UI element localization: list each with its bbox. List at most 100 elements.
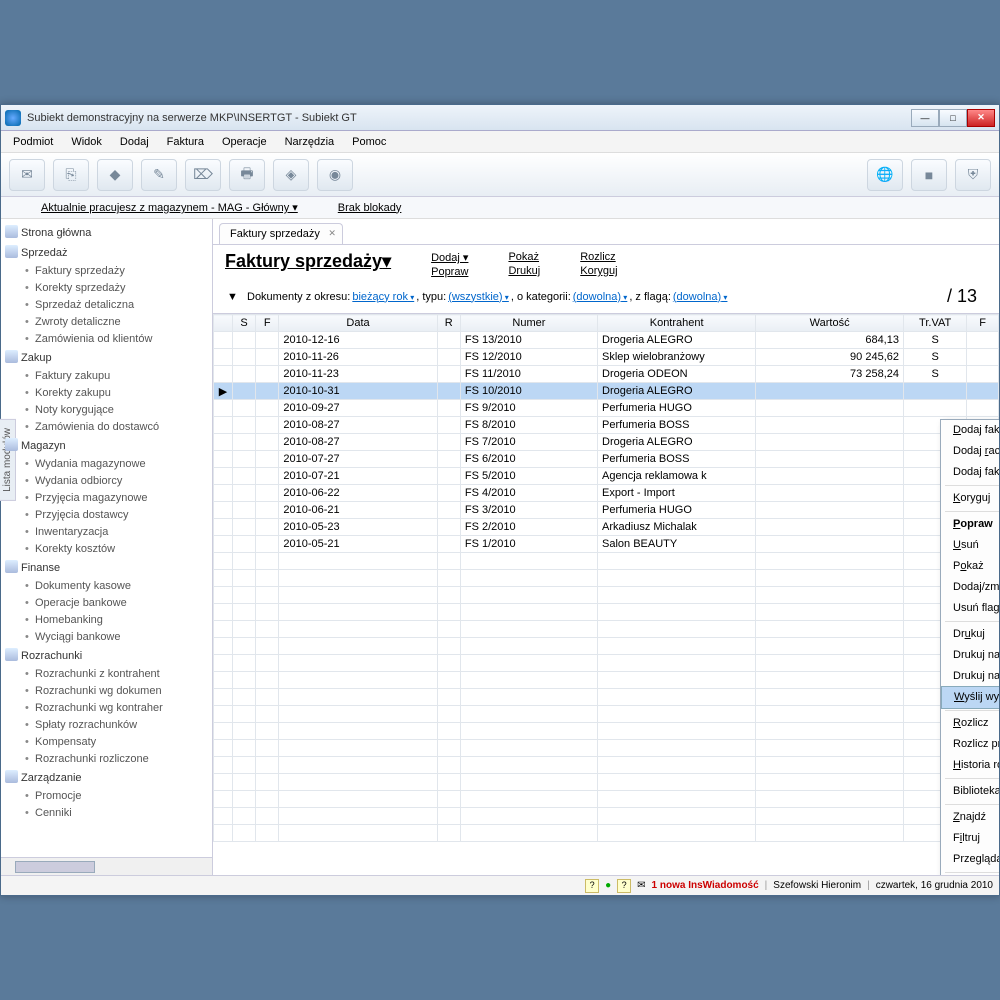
menu-pomoc[interactable]: Pomoc (344, 133, 394, 151)
tree-cat[interactable]: Finanse (3, 558, 210, 578)
tree-item[interactable]: Zamówienia do dostawcó (3, 419, 210, 436)
ctx-item[interactable]: Drukuj naklejki z towarami (941, 645, 999, 666)
tree-item[interactable]: Rozrachunki z kontrahent (3, 666, 210, 683)
action-link[interactable]: Dodaj ▾ (431, 251, 468, 264)
sidebar-scrollbar[interactable] (1, 857, 212, 875)
ctx-item[interactable]: Wyślij wydruk pocztą elektroniczną (941, 686, 999, 709)
ctx-item[interactable]: Dodaj rachunek sprzedaży (941, 441, 999, 462)
tree-cat[interactable]: Rozrachunki (3, 646, 210, 666)
tree-item[interactable]: Wyciągi bankowe (3, 629, 210, 646)
column-header[interactable]: Wartość (756, 315, 904, 332)
tab-faktury[interactable]: Faktury sprzedaży ✕ (219, 223, 343, 244)
table-row[interactable]: 2010-05-21FS 1/2010Salon BEAUTY (214, 536, 999, 553)
toolbar-btn-3[interactable]: ◆ (97, 159, 133, 191)
ctx-item[interactable]: Usuń flagęShift+F2 (941, 598, 999, 619)
ctx-item[interactable]: FiltrujF8 (941, 828, 999, 849)
toolbar-globe-icon[interactable]: 🌐 (867, 159, 903, 191)
column-header[interactable]: F (967, 315, 999, 332)
filter-flag[interactable]: (dowolna) (673, 291, 728, 303)
toolbar-btn-5[interactable]: ⌦ (185, 159, 221, 191)
tree-cat[interactable]: Sprzedaż (3, 243, 210, 263)
tree-item[interactable]: Zwroty detaliczne (3, 314, 210, 331)
maximize-button[interactable]: □ (939, 109, 967, 127)
column-header[interactable]: Data (279, 315, 437, 332)
table-row[interactable]: 2010-08-27FS 7/2010Drogeria ALEGRO (214, 434, 999, 451)
action-link[interactable]: Drukuj (508, 265, 540, 277)
ctx-item[interactable]: Dodaj/zmień flagęF2 (941, 577, 999, 598)
tree-item[interactable]: Rozrachunki wg kontraher (3, 700, 210, 717)
column-header[interactable]: F (256, 315, 279, 332)
ctx-item[interactable]: Rozlicz (941, 713, 999, 734)
tree-item[interactable]: Sprzedaż detaliczna (3, 297, 210, 314)
filter-type[interactable]: (wszystkie) (448, 291, 509, 303)
tree-item[interactable]: Korekty zakupu (3, 385, 210, 402)
filter-category[interactable]: (dowolna) (573, 291, 628, 303)
tree-item[interactable]: Kompensaty (3, 734, 210, 751)
menu-dodaj[interactable]: Dodaj (112, 133, 157, 151)
tree-item[interactable]: Operacje bankowe (3, 595, 210, 612)
ctx-item[interactable]: Drukuj naklejki z kontrahentami (941, 666, 999, 687)
ctx-item[interactable]: Biblioteka dokumentów (941, 781, 999, 802)
ctx-item[interactable]: Dodaj fakturę sprzedażyInsert (941, 420, 999, 441)
ctx-item[interactable]: UsuńDelete (941, 535, 999, 556)
data-grid[interactable]: SFDataRNumerKontrahentWartośćTr.VATF 201… (213, 313, 999, 875)
table-row[interactable]: 2010-12-16FS 13/2010Drogeria ALEGRO684,1… (214, 332, 999, 349)
action-link[interactable]: Pokaż (508, 251, 540, 263)
column-header[interactable] (214, 315, 233, 332)
table-row[interactable]: 2010-11-23FS 11/2010Drogeria ODEON73 258… (214, 366, 999, 383)
tree-cat[interactable]: Magazyn (3, 436, 210, 456)
tree-item[interactable]: Faktury zakupu (3, 368, 210, 385)
warehouse-link[interactable]: Aktualnie pracujesz z magazynem - MAG - … (41, 201, 298, 214)
ctx-item[interactable]: Koryguj (941, 488, 999, 509)
table-row[interactable]: 2010-09-27FS 9/2010Perfumeria HUGO (214, 400, 999, 417)
ctx-item[interactable]: Dodaj fakturę detaliczną bez paragonu (941, 462, 999, 483)
close-button[interactable]: ✕ (967, 109, 995, 127)
tree-cat[interactable]: Zakup (3, 348, 210, 368)
tree-item[interactable]: Korekty sprzedaży (3, 280, 210, 297)
toolbar-btn-8[interactable]: ◉ (317, 159, 353, 191)
menu-narzędzia[interactable]: Narzędzia (277, 133, 343, 151)
ctx-item[interactable]: PokażF3 (941, 556, 999, 577)
toolbar-btn-2[interactable]: ⎘ (53, 159, 89, 191)
column-header[interactable]: Tr.VAT (903, 315, 966, 332)
tree-item[interactable]: Korekty kosztów (3, 541, 210, 558)
action-link[interactable]: Koryguj (580, 265, 617, 277)
tree-item[interactable]: Spłaty rozrachunków (3, 717, 210, 734)
tree-item[interactable]: Homebanking (3, 612, 210, 629)
module-tree[interactable]: Strona głównaSprzedażFaktury sprzedażyKo… (1, 219, 212, 857)
toolbar-btn-1[interactable]: ✉ (9, 159, 45, 191)
lock-link[interactable]: Brak blokady (338, 202, 402, 214)
tree-item[interactable]: Dokumenty kasowe (3, 578, 210, 595)
column-header[interactable]: S (232, 315, 255, 332)
ctx-item[interactable]: Rozlicz przez skojarzenie (941, 734, 999, 755)
column-header[interactable]: Kontrahent (598, 315, 756, 332)
ctx-item[interactable]: Historia rozliczenia (941, 755, 999, 776)
context-menu[interactable]: Dodaj fakturę sprzedażyInsertDodaj rachu… (940, 419, 999, 875)
tree-item[interactable]: Rozrachunki wg dokumen (3, 683, 210, 700)
tree-item[interactable]: Wydania odbiorcy (3, 473, 210, 490)
ctx-item[interactable]: DrukujCtrl+P (941, 624, 999, 645)
ctx-item[interactable]: PoprawEnter (941, 514, 999, 535)
minimize-button[interactable]: — (911, 109, 939, 127)
help-icon[interactable]: ? (585, 879, 599, 893)
table-row[interactable]: 2010-11-26FS 12/2010Sklep wielobranżowy9… (214, 349, 999, 366)
action-link[interactable]: Popraw (431, 266, 468, 278)
menu-podmiot[interactable]: Podmiot (5, 133, 61, 151)
action-link[interactable]: Rozlicz (580, 251, 617, 263)
status-message[interactable]: 1 nowa InsWiadomość (652, 880, 759, 891)
toolbar-btn-4[interactable]: ✎ (141, 159, 177, 191)
tree-item[interactable]: Przyjęcia dostawcy (3, 507, 210, 524)
tree-cat[interactable]: Zarządzanie (3, 768, 210, 788)
table-row[interactable]: ▶2010-10-31FS 10/2010Drogeria ALEGRO (214, 383, 999, 400)
table-row[interactable]: 2010-06-21FS 3/2010Perfumeria HUGO (214, 502, 999, 519)
menu-widok[interactable]: Widok (63, 133, 110, 151)
tree-item[interactable]: Rozrachunki rozliczone (3, 751, 210, 768)
table-row[interactable]: 2010-07-27FS 6/2010Perfumeria BOSS (214, 451, 999, 468)
table-row[interactable]: 2010-07-21FS 5/2010Agencja reklamowa k (214, 468, 999, 485)
tree-item[interactable]: Wydania magazynowe (3, 456, 210, 473)
tree-item[interactable]: Faktury sprzedaży (3, 263, 210, 280)
filter-period[interactable]: bieżący rok (352, 291, 414, 303)
table-row[interactable]: 2010-08-27FS 8/2010Perfumeria BOSS (214, 417, 999, 434)
tree-item[interactable]: Zamówienia od klientów (3, 331, 210, 348)
tree-item[interactable]: Promocje (3, 788, 210, 805)
